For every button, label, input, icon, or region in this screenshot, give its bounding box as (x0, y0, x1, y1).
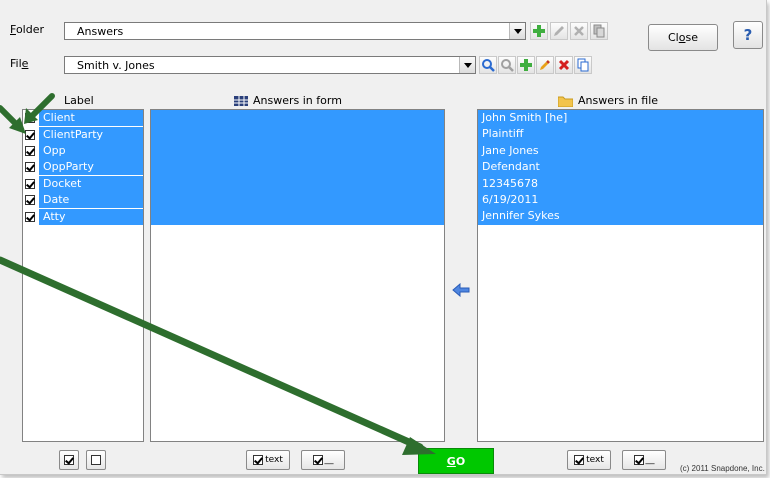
arrow-to-labels-2 (24, 93, 55, 124)
arrow-to-labels-1 (0, 105, 26, 134)
arrow-to-go-button (0, 256, 436, 455)
annotation-arrows (0, 93, 436, 455)
